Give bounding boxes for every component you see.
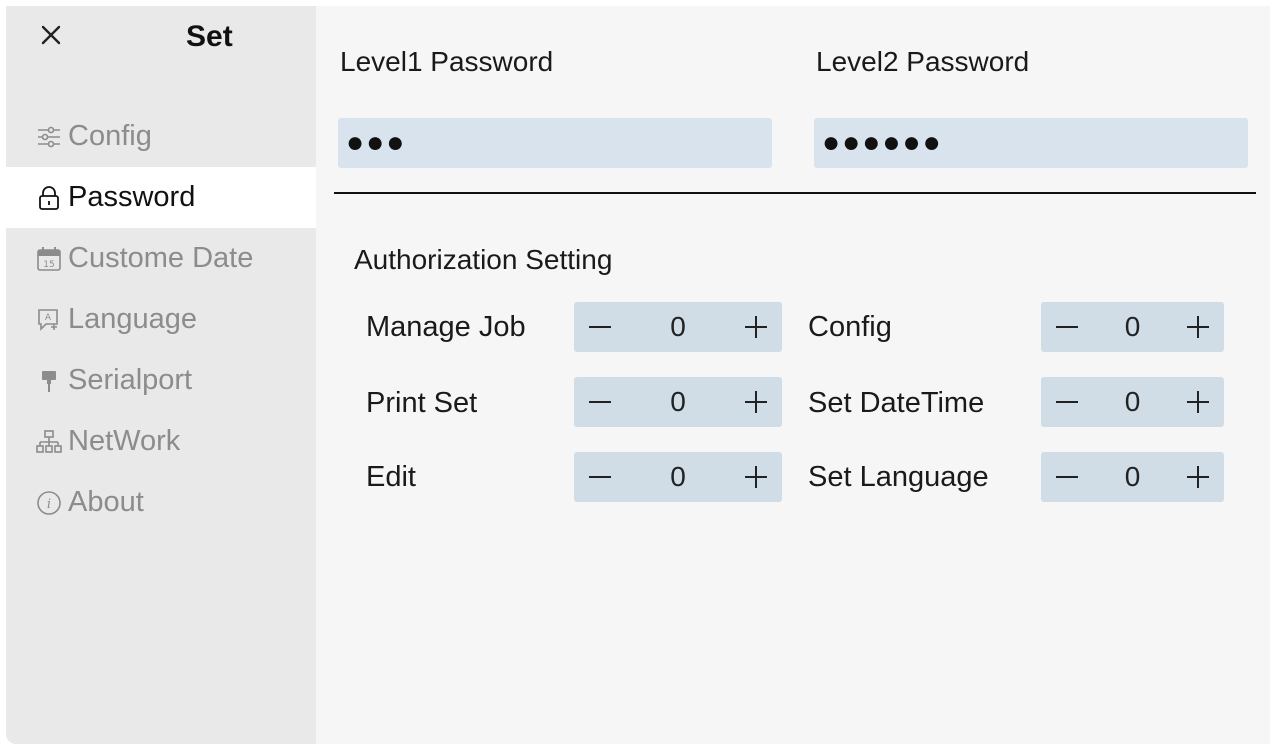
sidebar-item-config[interactable]: Config [6,106,316,167]
sidebar-item-label: Config [68,120,152,152]
decrement-button[interactable] [584,461,616,493]
network-icon [36,429,62,455]
increment-button[interactable] [1182,461,1214,493]
language-icon: A [36,307,62,333]
increment-button[interactable] [740,461,772,493]
sidebar-item-password[interactable]: Password [6,167,316,228]
authorization-title: Authorization Setting [354,244,613,275]
decrement-button[interactable] [584,311,616,343]
svg-text:15: 15 [43,260,54,270]
level2-password-field[interactable]: ●●●●●● [814,118,1248,168]
svg-text:A: A [45,313,52,323]
minus-icon [1056,326,1078,328]
sliders-icon [36,124,62,150]
stepper-value: 0 [670,311,686,342]
minus-icon [1056,401,1078,403]
stepper-value: 0 [670,386,686,417]
decrement-button[interactable] [1051,386,1083,418]
sidebar-item-language[interactable]: A Language [6,289,316,350]
auth-label-edit: Edit [366,461,416,493]
print-set-stepper: 0 [574,377,782,427]
divider [334,192,1256,194]
sidebar-item-serialport[interactable]: Serialport [6,350,316,411]
sidebar-item-label: Custome Date [68,242,254,274]
plus-icon [744,466,767,488]
sidebar: Set Config Password 15 Custome Date A La… [6,6,316,744]
level2-password-label: Level2 Password [816,46,1030,77]
edit-stepper: 0 [574,452,782,502]
plus-icon [1186,391,1209,413]
sidebar-item-label: Serialport [68,364,193,396]
sidebar-item-label: About [68,486,144,518]
set-datetime-stepper: 0 [1041,377,1224,427]
auth-label-print-set: Print Set [366,387,478,419]
level1-password-field[interactable]: ●●● [338,118,772,168]
decrement-button[interactable] [1051,311,1083,343]
sidebar-item-about[interactable]: i About [6,472,316,533]
svg-text:i: i [47,497,51,512]
auth-label-set-datetime: Set DateTime [808,387,985,419]
level1-password-label: Level1 Password [340,46,554,77]
sidebar-nav: Config Password 15 Custome Date A Langua… [6,106,316,533]
info-icon: i [36,490,62,516]
increment-button[interactable] [1182,311,1214,343]
minus-icon [589,326,611,328]
auth-label-config: Config [808,311,892,343]
calendar-icon: 15 [36,246,62,272]
sidebar-item-custome-date[interactable]: 15 Custome Date [6,228,316,289]
increment-button[interactable] [1182,386,1214,418]
serialport-icon [36,368,62,394]
auth-label-manage-job: Manage Job [366,311,526,343]
stepper-value: 0 [1124,311,1141,342]
increment-button[interactable] [740,311,772,343]
minus-icon [1056,476,1078,478]
stepper-value: 0 [670,461,686,492]
stepper-value: 0 [1124,386,1141,417]
stepper-value: 0 [1124,461,1141,492]
sidebar-item-network[interactable]: NetWork [6,411,316,472]
plus-icon [1186,466,1209,488]
close-button[interactable] [36,20,66,50]
plus-icon [744,316,767,338]
set-language-stepper: 0 [1041,452,1224,502]
sidebar-item-label: NetWork [68,425,181,457]
plus-icon [1186,316,1209,338]
config-stepper: 0 [1041,302,1224,352]
sidebar-item-label: Password [68,181,196,213]
sidebar-title: Set [186,20,233,53]
lock-icon [36,185,62,211]
password-panel: Level1 Password Level2 Password ●●● ●●●●… [316,6,1270,744]
decrement-button[interactable] [1051,461,1083,493]
plus-icon [744,391,767,413]
minus-icon [589,476,611,478]
close-icon [41,25,61,45]
settings-window: Set Config Password 15 Custome Date A La… [6,6,1270,744]
increment-button[interactable] [740,386,772,418]
auth-label-set-language: Set Language [808,461,989,493]
decrement-button[interactable] [584,386,616,418]
manage-job-stepper: 0 [574,302,782,352]
sidebar-item-label: Language [68,303,198,335]
minus-icon [589,401,611,403]
